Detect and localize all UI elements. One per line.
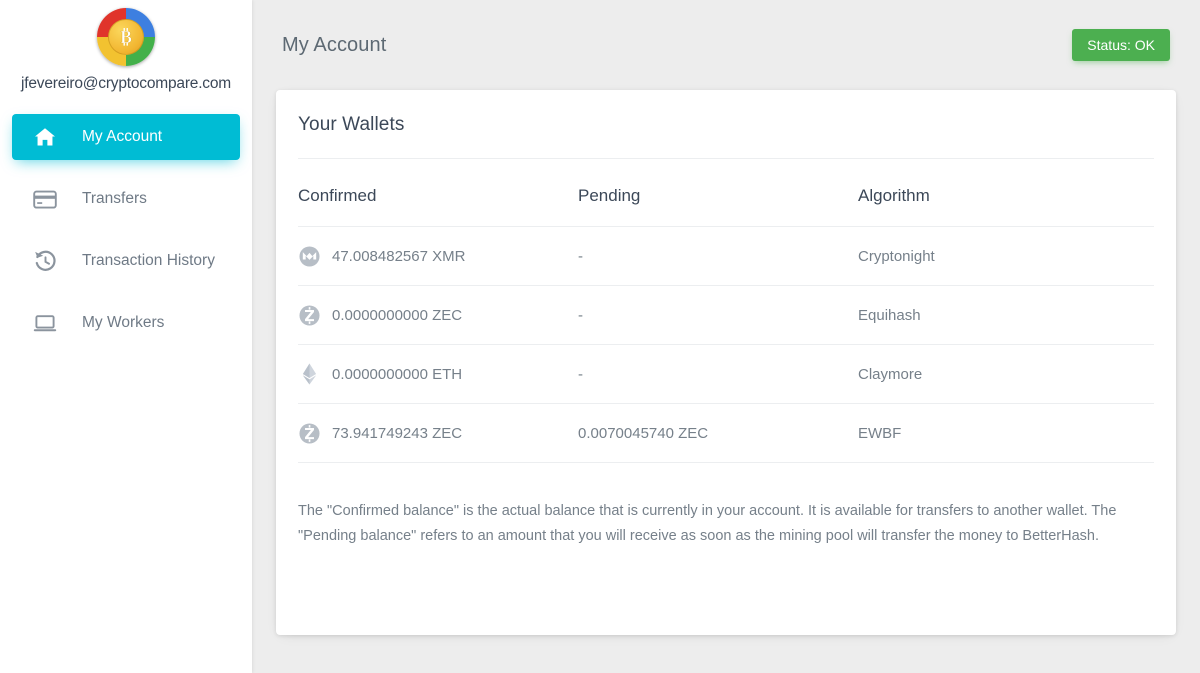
svg-text:B: B [120,27,132,47]
sidebar-item-transaction-history[interactable]: Transaction History [12,238,240,284]
cell-algorithm: Claymore [858,344,1154,404]
zcash-icon [298,304,320,326]
cell-algorithm: EWBF [858,403,1154,463]
home-icon [30,127,60,147]
confirmed-amount: 0.0000000000 ZEC [332,306,463,324]
confirmed-amount: 47.008482567 XMR [332,247,466,265]
table-body: 47.008482567 XMR - Cryptonight 0.0000000… [298,226,1154,463]
confirmed-amount: 73.941749243 ZEC [332,424,463,442]
column-header-confirmed: Confirmed [298,159,578,227]
table-row: 0.0000000000 ZEC - Equihash [298,285,1154,345]
account-email: jfevereiro@cryptocompare.com [21,75,231,92]
sidebar-item-label: My Account [82,128,163,146]
card-title: Your Wallets [298,90,1154,159]
sidebar-item-label: My Workers [82,314,165,332]
bitcoin-symbol-icon: B [108,19,144,55]
table-header-row: Confirmed Pending Algorithm [298,159,1154,227]
balance-explanation-note: The "Confirmed balance" is the actual ba… [298,503,1117,544]
sidebar-item-my-account[interactable]: My Account [12,114,240,160]
sidebar: B jfevereiro@cryptocompare.com My Accoun… [0,0,252,673]
sidebar-item-label: Transaction History [82,252,215,270]
cell-confirmed: 47.008482567 XMR [298,226,578,286]
wallets-card: Your Wallets Confirmed Pending Algorithm [276,90,1176,635]
cell-pending: - [578,344,858,404]
ethereum-icon [298,363,320,385]
app-root: B jfevereiro@cryptocompare.com My Accoun… [0,0,1200,673]
cell-pending: - [578,285,858,345]
sidebar-item-transfers[interactable]: Transfers [12,176,240,222]
cell-confirmed: 73.941749243 ZEC [298,403,578,463]
sidebar-item-my-workers[interactable]: My Workers [12,300,240,346]
column-header-pending: Pending [578,159,858,227]
top-bar: My Account Status: OK [276,0,1176,90]
page-title: My Account [282,33,387,56]
status-badge[interactable]: Status: OK [1072,29,1170,61]
cell-confirmed: 0.0000000000 ZEC [298,285,578,345]
cell-pending: - [578,226,858,286]
confirmed-amount: 0.0000000000 ETH [332,365,463,383]
table-header: Confirmed Pending Algorithm [298,159,1154,227]
table-row: 0.0000000000 ETH - Claymore [298,344,1154,404]
sidebar-item-label: Transfers [82,190,147,208]
history-icon [30,250,60,272]
table-row: 73.941749243 ZEC 0.0070045740 ZEC EWBF [298,403,1154,463]
brand-block: B jfevereiro@cryptocompare.com [0,0,252,93]
app-logo: B [97,8,155,66]
monero-icon [298,245,320,267]
cell-confirmed: 0.0000000000 ETH [298,344,578,404]
wallets-table: Confirmed Pending Algorithm 47.008482567… [298,159,1154,463]
cell-algorithm: Cryptonight [858,226,1154,286]
laptop-icon [30,314,60,333]
sidebar-nav: My Account Transfers Transaction History… [0,114,252,346]
column-header-algorithm: Algorithm [858,159,1154,227]
table-row: 47.008482567 XMR - Cryptonight [298,226,1154,286]
zcash-icon [298,422,320,444]
cell-algorithm: Equihash [858,285,1154,345]
main-content: My Account Status: OK Your Wallets Confi… [252,0,1200,673]
cell-pending: 0.0070045740 ZEC [578,403,858,463]
credit-card-icon [30,190,60,209]
